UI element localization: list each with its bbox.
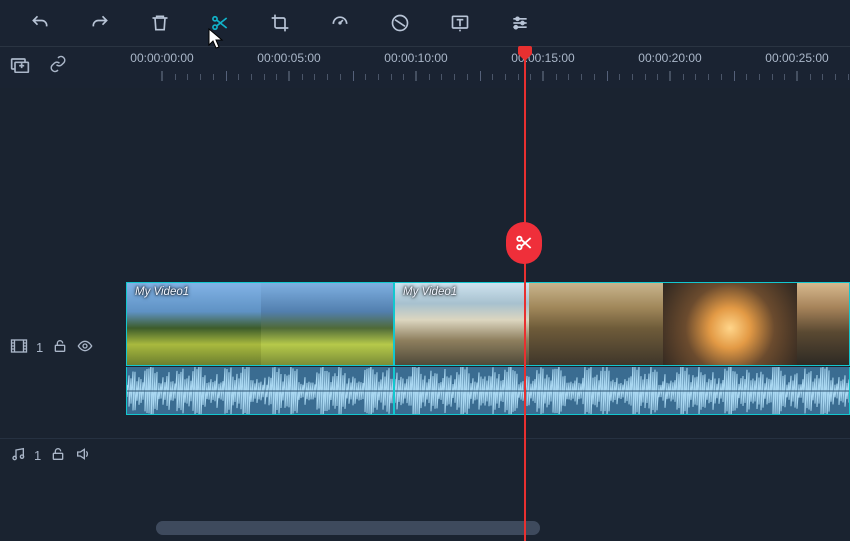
speed-button[interactable] xyxy=(328,11,352,35)
video-track-index: 1 xyxy=(36,340,44,355)
ruler-label: 00:00:00:00 xyxy=(130,51,193,65)
color-button[interactable] xyxy=(388,11,412,35)
video-clip[interactable]: My Video1 xyxy=(394,282,850,366)
visibility-icon[interactable] xyxy=(76,338,94,357)
music-icon xyxy=(10,446,26,465)
undo-button[interactable] xyxy=(28,11,52,35)
lock-icon[interactable] xyxy=(52,338,68,357)
ruler-label: 00:00:20:00 xyxy=(638,51,701,65)
clip-thumbnail xyxy=(663,283,797,365)
link-button[interactable] xyxy=(48,55,68,78)
video-track[interactable]: My Video1 My Video1 xyxy=(126,282,850,416)
video-clip[interactable]: My Video1 xyxy=(126,282,394,366)
timeline-ruler-row: 00:00:00:00 00:00:05:00 00:00:10:00 00:00:1… xyxy=(0,46,850,88)
ruler-label: 00:00:05:00 xyxy=(257,51,320,65)
audio-track-index: 1 xyxy=(34,448,42,463)
ruler-label: 00:00:10:00 xyxy=(384,51,447,65)
text-button[interactable] xyxy=(448,11,472,35)
audio-waveform[interactable] xyxy=(126,367,394,415)
ruler-label: 00:00:25:00 xyxy=(765,51,828,65)
editor-toolbar xyxy=(0,0,850,46)
crop-button[interactable] xyxy=(268,11,292,35)
redo-button[interactable] xyxy=(88,11,112,35)
tracks-area: 1 My Video1 My Video1 1 xyxy=(0,88,850,541)
clip-label: My Video1 xyxy=(135,286,189,298)
mute-icon[interactable] xyxy=(74,446,92,465)
add-track-button[interactable] xyxy=(10,55,30,78)
timeline-scrollbar[interactable] xyxy=(156,521,540,535)
lock-icon[interactable] xyxy=(50,446,66,465)
split-handle[interactable] xyxy=(506,222,542,264)
video-track-header: 1 xyxy=(0,338,126,357)
adjust-button[interactable] xyxy=(508,11,532,35)
filmstrip-icon xyxy=(10,338,28,357)
clip-thumbnail xyxy=(529,283,663,365)
clip-thumbnail xyxy=(797,283,850,365)
audio-track-header: 1 xyxy=(0,446,126,465)
scrollbar-thumb[interactable] xyxy=(156,521,540,535)
delete-button[interactable] xyxy=(148,11,172,35)
ruler-label: 00:00:15:00 xyxy=(511,51,574,65)
split-button[interactable] xyxy=(208,11,232,35)
audio-waveform[interactable] xyxy=(394,367,850,415)
time-ruler[interactable]: 00:00:00:00 00:00:05:00 00:00:10:00 00:00:1… xyxy=(126,47,850,89)
ruler-head xyxy=(0,47,126,88)
audio-track-row[interactable] xyxy=(0,438,850,478)
clip-thumbnail xyxy=(261,283,394,365)
clip-label: My Video1 xyxy=(403,286,457,298)
